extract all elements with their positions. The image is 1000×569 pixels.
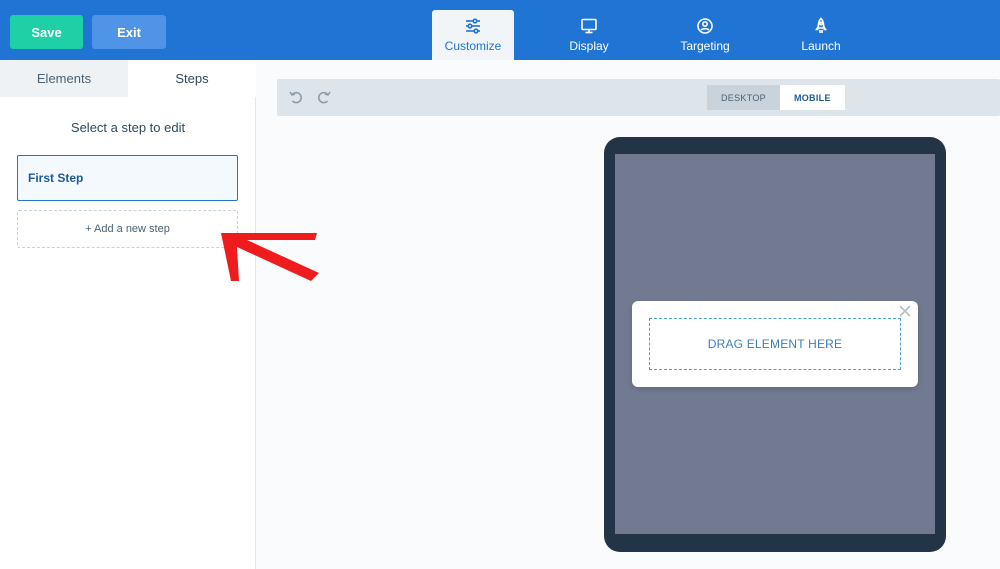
tab-customize[interactable]: Customize xyxy=(432,10,514,60)
undo-icon[interactable] xyxy=(287,88,305,106)
device-mobile-button[interactable]: MOBILE xyxy=(779,85,845,110)
tab-display[interactable]: Display xyxy=(548,10,630,60)
device-toggle: DESKTOP MOBILE xyxy=(707,85,845,110)
annotation-arrow-icon xyxy=(221,233,319,281)
exit-button[interactable]: Exit xyxy=(92,15,166,49)
close-icon[interactable] xyxy=(898,304,912,318)
tab-targeting-label: Targeting xyxy=(680,39,730,53)
redo-icon[interactable] xyxy=(315,88,333,106)
tab-display-label: Display xyxy=(569,39,609,53)
sidebar-tab-elements[interactable]: Elements xyxy=(0,60,128,97)
monitor-icon xyxy=(580,17,598,35)
canvas-toolbar: DESKTOP MOBILE xyxy=(277,79,1000,116)
tab-targeting[interactable]: Targeting xyxy=(664,10,746,60)
save-button[interactable]: Save xyxy=(10,15,83,49)
user-circle-icon xyxy=(696,17,714,35)
steps-panel-title: Select a step to edit xyxy=(70,120,186,135)
tab-launch-label: Launch xyxy=(801,39,841,53)
device-desktop-button[interactable]: DESKTOP xyxy=(707,85,780,110)
tab-customize-label: Customize xyxy=(444,39,502,53)
step-item-first[interactable]: First Step xyxy=(17,155,238,201)
rocket-icon xyxy=(812,17,830,35)
sidebar: Elements Steps Select a step to edit Fir… xyxy=(0,60,256,569)
sliders-icon xyxy=(464,17,482,35)
add-step-button[interactable]: + Add a new step xyxy=(17,210,238,248)
top-bar: Save Exit Customize Display Targeting La… xyxy=(0,0,1000,60)
sidebar-tab-steps[interactable]: Steps xyxy=(128,60,256,97)
popup-preview: DRAG ELEMENT HERE xyxy=(632,301,918,387)
drop-zone[interactable]: DRAG ELEMENT HERE xyxy=(649,318,901,370)
tab-launch[interactable]: Launch xyxy=(780,10,862,60)
